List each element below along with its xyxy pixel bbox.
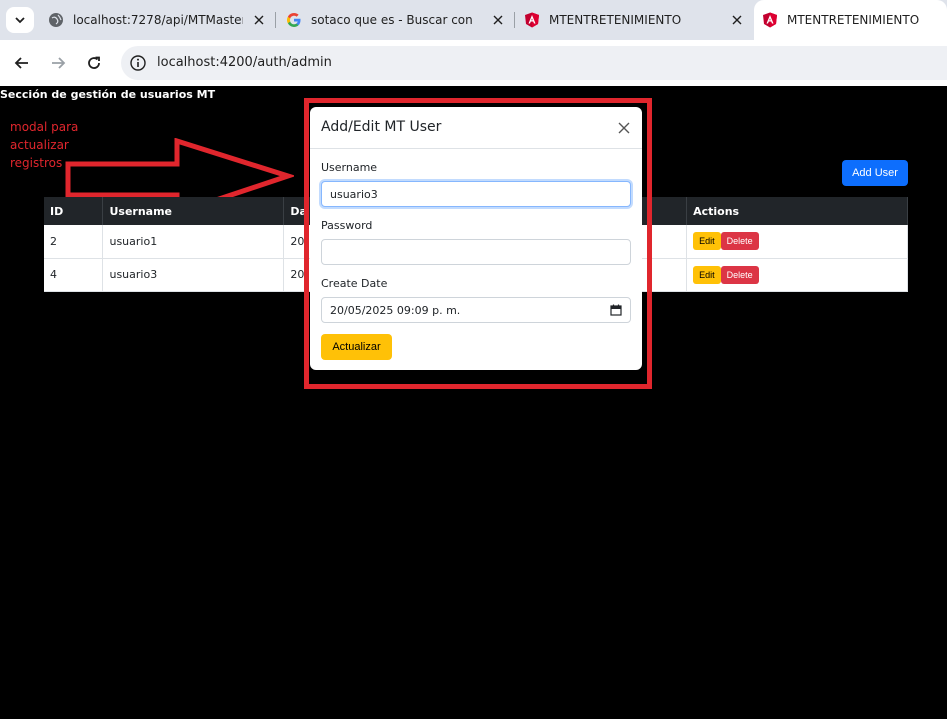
cell-actions: Edit Delete bbox=[686, 225, 908, 259]
username-label: Username bbox=[321, 161, 378, 174]
calendar-icon[interactable] bbox=[610, 304, 622, 316]
tab-bar: localhost:7278/api/MTMaster sotaco que e… bbox=[0, 0, 947, 40]
tab-title: sotaco que es - Buscar con Google bbox=[311, 13, 477, 27]
browser-toolbar: localhost:4200/auth/admin bbox=[0, 40, 947, 86]
password-label: Password bbox=[321, 219, 373, 232]
add-user-button[interactable]: Add User bbox=[842, 160, 908, 186]
angular-icon bbox=[762, 12, 778, 28]
tab-title: MTENTRETENIMIENTO bbox=[787, 13, 920, 27]
globe-icon bbox=[48, 12, 64, 28]
edit-button[interactable]: Edit bbox=[693, 232, 721, 251]
page-title: Sección de gestión de usuarios MT bbox=[0, 88, 216, 101]
address-bar[interactable]: localhost:4200/auth/admin bbox=[121, 46, 947, 80]
tab-mtmaster[interactable]: localhost:7278/api/MTMaster bbox=[38, 0, 274, 40]
username-input[interactable]: usuario3 bbox=[321, 181, 631, 207]
tab-close-icon[interactable] bbox=[252, 13, 266, 27]
create-date-input[interactable]: 20/05/2025 09:09 p. m. bbox=[321, 297, 631, 323]
info-icon[interactable] bbox=[129, 54, 147, 72]
chevron-down-icon bbox=[15, 17, 25, 24]
delete-button[interactable]: Delete bbox=[720, 265, 759, 284]
cell-actions: Edit Delete bbox=[686, 258, 908, 292]
update-button[interactable]: Actualizar bbox=[321, 334, 392, 360]
modal-header: Add/Edit MT User bbox=[310, 107, 642, 149]
admin-page: Sección de gestión de usuarios MT modal … bbox=[0, 86, 947, 719]
create-date-label: Create Date bbox=[321, 277, 388, 290]
column-header-id: ID bbox=[44, 197, 104, 225]
reload-button[interactable] bbox=[82, 51, 106, 75]
tab-mtentretenimiento-active[interactable]: MTENTRETENIMIENTO bbox=[754, 0, 947, 40]
edit-button[interactable]: Edit bbox=[693, 265, 721, 284]
tab-separator bbox=[514, 12, 515, 28]
tab-mtentretenimiento[interactable]: MTENTRETENIMIENTO bbox=[516, 0, 752, 40]
back-button[interactable] bbox=[10, 51, 34, 75]
username-value: usuario3 bbox=[330, 187, 378, 201]
tab-title: localhost:7278/api/MTMaster bbox=[73, 13, 243, 27]
tab-separator bbox=[275, 12, 276, 28]
cell-id: 2 bbox=[44, 225, 104, 259]
cell-username: usuario3 bbox=[102, 258, 285, 292]
column-header-actions: Actions bbox=[686, 197, 908, 225]
arrow-right-icon bbox=[52, 57, 66, 69]
cell-username: usuario1 bbox=[102, 225, 285, 259]
create-date-value: 20/05/2025 09:09 p. m. bbox=[330, 303, 461, 317]
edit-user-modal: Add/Edit MT User Username usuario3 Passw… bbox=[310, 107, 642, 370]
tab-search-button[interactable] bbox=[6, 7, 34, 33]
delete-button[interactable]: Delete bbox=[720, 232, 759, 251]
tab-title: MTENTRETENIMIENTO bbox=[549, 13, 682, 27]
modal-title: Add/Edit MT User bbox=[321, 119, 442, 135]
tab-google-search[interactable]: sotaco que es - Buscar con Google bbox=[277, 0, 513, 40]
cell-id: 4 bbox=[44, 258, 104, 292]
tab-close-icon[interactable] bbox=[491, 13, 505, 27]
tab-close-icon[interactable] bbox=[730, 13, 744, 27]
forward-button[interactable] bbox=[46, 51, 70, 75]
url-text: localhost:4200/auth/admin bbox=[157, 55, 332, 70]
angular-icon bbox=[524, 12, 540, 28]
reload-icon bbox=[88, 56, 100, 69]
close-icon[interactable] bbox=[616, 120, 632, 136]
password-input[interactable] bbox=[321, 239, 631, 265]
arrow-left-icon bbox=[14, 57, 28, 69]
column-header-username: Username bbox=[102, 197, 285, 225]
google-icon bbox=[286, 12, 302, 28]
